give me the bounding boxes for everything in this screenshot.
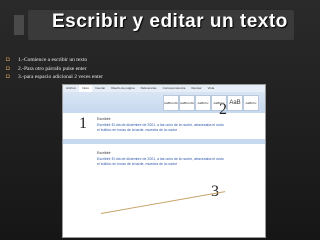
tab-vista[interactable]: Vista <box>205 85 218 92</box>
step-number-1: 1 <box>79 115 87 132</box>
style-normal[interactable]: AaBbCcDc <box>163 95 179 111</box>
slide-title: Escribir y editar un texto <box>52 11 288 32</box>
bullet-icon: ◘ <box>6 57 10 64</box>
bullet-text: 2.-Para otro párrafo pulse enter <box>18 65 87 72</box>
doc-heading: Escribiré <box>97 117 111 121</box>
tab-correspondencia[interactable]: Correspondencia <box>160 85 189 92</box>
style-sin-espaciado[interactable]: AaBbCcDc <box>179 95 195 111</box>
style-titulo-1[interactable]: AaBbCc <box>195 95 211 111</box>
doc-heading-2: Escribiré <box>97 151 111 155</box>
tab-revisar[interactable]: Revisar <box>188 85 204 92</box>
bullet-item-1: ◘ 1.-Comience a escribir un texto <box>6 56 226 65</box>
arrow-indicator <box>100 191 226 214</box>
doc-line-4: el bullicio en horas de la tarde, muestr… <box>97 162 178 166</box>
tab-referencias[interactable]: Referencias <box>138 85 160 92</box>
tab-archivo[interactable]: Archivo <box>63 85 79 92</box>
doc-line-2: el bullicio en horas de la tarde, muestr… <box>97 128 178 132</box>
slide: Escribir y editar un texto ◘ 1.-Comience… <box>0 0 320 240</box>
word-window-screenshot: Archivo Inicio Insertar Diseño de página… <box>62 84 266 238</box>
bullet-icon: ◘ <box>6 74 10 81</box>
style-subtitulo[interactable]: AaBbCc <box>243 95 259 111</box>
bullet-item-2: ◘ 2.-Para otro párrafo pulse enter <box>6 65 226 74</box>
doc-line-3: Escribiré El día de diciembre de 2001, a… <box>97 157 224 161</box>
tab-insertar[interactable]: Insertar <box>92 85 108 92</box>
tab-inicio[interactable]: Inicio <box>79 85 93 92</box>
document-page[interactable]: Escribiré Escribiré El día de diciembre … <box>63 101 265 237</box>
ribbon: Archivo Inicio Insertar Diseño de página… <box>63 85 265 114</box>
bullet-icon: ◘ <box>6 65 10 72</box>
tab-diseno[interactable]: Diseño de página <box>108 85 137 92</box>
bullet-text: 1.-Comience a escribir un texto <box>18 57 88 64</box>
page-separator <box>63 139 265 144</box>
style-titulo[interactable]: AaB <box>227 95 243 111</box>
bullet-item-3: ◘ 3.-para espacio adicional 2 veces ente… <box>6 73 226 82</box>
bullet-text: 3.-para espacio adicional 2 veces enter <box>18 74 103 81</box>
doc-line-1: Escribiré El día de diciembre de 2001, a… <box>97 123 224 127</box>
ribbon-tabs: Archivo Inicio Insertar Diseño de página… <box>63 85 265 92</box>
bullet-list: ◘ 1.-Comience a escribir un texto ◘ 2.-P… <box>6 56 226 82</box>
step-number-2: 2 <box>219 101 227 118</box>
